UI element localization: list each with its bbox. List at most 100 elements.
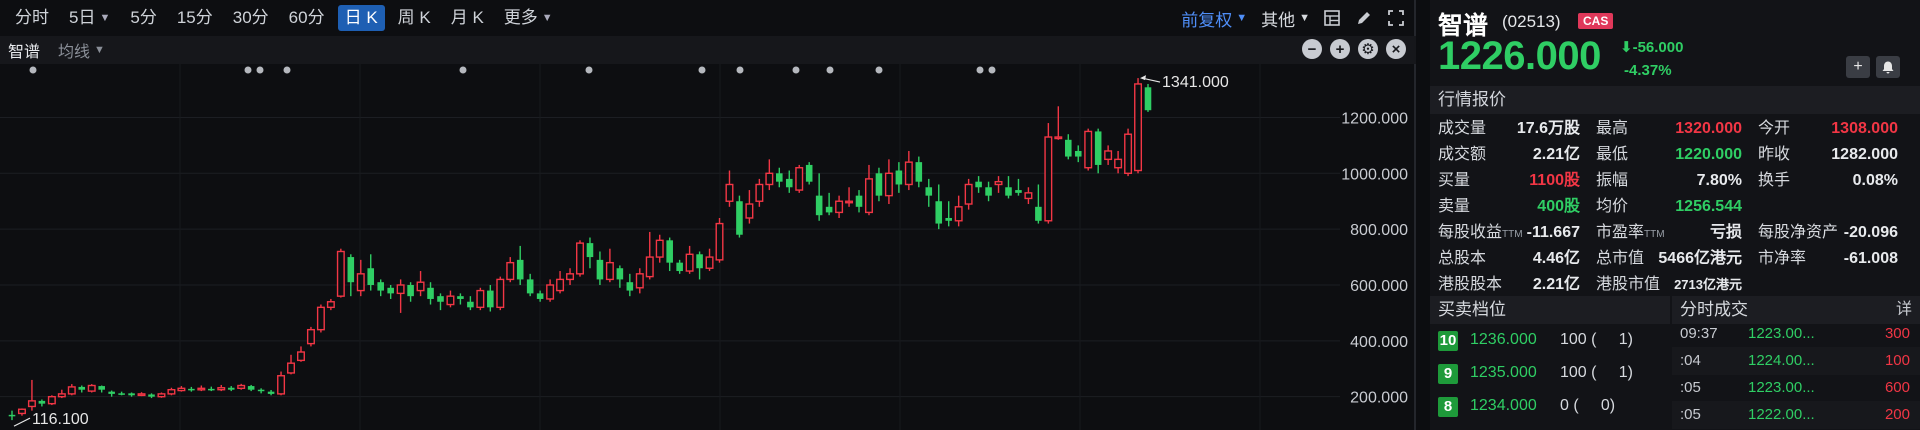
trade-time: :05 bbox=[1680, 379, 1701, 396]
timeframe-label: 日 K bbox=[344, 8, 378, 27]
adjust-dropdown[interactable]: 前复权 ▼ bbox=[1181, 6, 1247, 31]
event-marker[interactable] bbox=[698, 66, 706, 74]
zoom-in-icon[interactable]: + bbox=[1330, 39, 1350, 59]
timeframe-label: 周 K bbox=[397, 8, 431, 27]
event-marker[interactable] bbox=[29, 66, 37, 74]
orderbook-title: 买卖档位 bbox=[1430, 296, 1670, 324]
candle-body bbox=[776, 173, 783, 182]
quote-row: 总股本 4.46亿 总市值 5466亿港元 市净率 -61.008 bbox=[1430, 246, 1920, 272]
timeframe-tab-8[interactable]: 月 K bbox=[444, 5, 491, 31]
chevron-down-icon: ▼ bbox=[99, 12, 111, 24]
candle-body bbox=[605, 261, 614, 281]
timeframe-tab-5[interactable]: 60分 bbox=[282, 5, 332, 31]
candle-body bbox=[884, 172, 893, 197]
quote-value: 400股 bbox=[1537, 198, 1580, 215]
candle-body bbox=[396, 284, 405, 295]
event-marker[interactable] bbox=[244, 66, 252, 74]
candle-body bbox=[645, 256, 654, 278]
candle-body bbox=[8, 414, 16, 417]
candle-body bbox=[1005, 187, 1012, 196]
event-marker[interactable] bbox=[256, 66, 264, 74]
candle-body bbox=[416, 281, 425, 292]
event-marker[interactable] bbox=[736, 66, 744, 74]
candle-body bbox=[367, 268, 375, 285]
candle-body bbox=[516, 259, 524, 280]
timeframe-tab-7[interactable]: 周 K bbox=[391, 5, 438, 31]
level-badge: 10 bbox=[1438, 331, 1458, 351]
bell-icon[interactable] bbox=[1876, 56, 1900, 78]
quote-row: 买量 1100股 振幅 7.80% 换手 0.08% bbox=[1430, 168, 1920, 194]
candle-body bbox=[157, 393, 166, 398]
candle-body bbox=[1044, 136, 1053, 222]
timeframe-tab-4[interactable]: 30分 bbox=[226, 5, 276, 31]
candle-body bbox=[994, 180, 1003, 186]
close-icon[interactable]: × bbox=[1386, 39, 1406, 59]
arrow-icon bbox=[1140, 75, 1147, 81]
quote-row: 成交额 2.21亿 最低 1220.000 昨收 1282.000 bbox=[1430, 142, 1920, 168]
candle-body bbox=[67, 386, 76, 395]
layout-grid-icon[interactable] bbox=[1322, 8, 1342, 28]
settings-icon[interactable]: ⚙ bbox=[1358, 39, 1378, 59]
quote-panel: 智谱 (02513) CAS 1226.000 ⬇-56.000 -4.37% … bbox=[1430, 0, 1920, 430]
timeframe-tab-9[interactable]: 更多 ▼ bbox=[497, 5, 560, 31]
event-marker[interactable] bbox=[792, 66, 800, 74]
candle-body bbox=[696, 254, 703, 269]
timeframe-tab-6[interactable]: 日 K bbox=[337, 5, 385, 31]
y-tick-label: 800.000 bbox=[1350, 222, 1408, 239]
quote-value: -61.008 bbox=[1843, 250, 1898, 267]
orderbook-price: 1235.000 bbox=[1470, 364, 1537, 381]
orderbook-row[interactable]: 8 1234.000 0 ( 0) bbox=[1430, 392, 1670, 424]
event-marker[interactable] bbox=[585, 66, 593, 74]
fullscreen-icon[interactable] bbox=[1386, 8, 1406, 28]
candle-body bbox=[1104, 150, 1113, 161]
trade-row: :05 1222.00... 200 bbox=[1672, 401, 1920, 429]
quote-value: 0.08% bbox=[1852, 172, 1898, 189]
candle-body bbox=[1084, 130, 1093, 169]
candle-body bbox=[676, 262, 683, 272]
candle-body bbox=[347, 257, 355, 283]
candle-body bbox=[666, 240, 673, 263]
candle-body bbox=[446, 295, 455, 306]
ma-dropdown[interactable]: 均线 ▼ bbox=[58, 38, 105, 62]
candle-body bbox=[47, 395, 56, 405]
event-marker[interactable] bbox=[976, 66, 984, 74]
trade-time: :04 bbox=[1680, 352, 1701, 369]
event-marker[interactable] bbox=[459, 66, 467, 74]
price-change-percent: -4.37% bbox=[1624, 62, 1672, 79]
event-marker[interactable] bbox=[988, 66, 996, 74]
chart-controls: − + ⚙ × bbox=[1294, 39, 1406, 59]
candle-body bbox=[904, 161, 913, 186]
event-marker[interactable] bbox=[283, 66, 291, 74]
candle-body bbox=[1054, 136, 1063, 140]
timeframe-label: 5日 bbox=[69, 8, 96, 27]
chevron-down-icon: ▼ bbox=[1299, 12, 1310, 24]
timeframe-label: 15分 bbox=[176, 8, 213, 27]
timeframe-tab-1[interactable]: 5日 ▼ bbox=[62, 5, 117, 31]
candle-body bbox=[1064, 139, 1072, 157]
y-tick-label: 1000.000 bbox=[1341, 166, 1408, 183]
candle-body bbox=[805, 164, 813, 182]
quote-value: 5466亿港元 bbox=[1658, 250, 1742, 267]
timeframe-tab-0[interactable]: 分时 bbox=[8, 5, 56, 31]
add-watchlist-button[interactable]: + bbox=[1846, 56, 1870, 78]
candle-body bbox=[287, 362, 296, 374]
y-tick-label: 600.000 bbox=[1350, 278, 1408, 295]
timeframe-tab-3[interactable]: 15分 bbox=[170, 5, 220, 31]
candle-body bbox=[795, 167, 804, 191]
timeframe-tab-2[interactable]: 5分 bbox=[123, 5, 163, 31]
candle-body bbox=[237, 384, 246, 390]
event-marker[interactable] bbox=[875, 66, 883, 74]
candle-body bbox=[326, 301, 335, 309]
other-dropdown[interactable]: 其他 ▼ bbox=[1261, 6, 1310, 31]
candlestick-chart[interactable]: 200.000 400.000 600.000 800.000 1000.000 1200… bbox=[0, 64, 1414, 430]
orderbook-price: 1236.000 bbox=[1470, 331, 1537, 348]
candle-body bbox=[27, 400, 36, 408]
candle-body bbox=[715, 222, 724, 261]
pen-icon[interactable] bbox=[1354, 8, 1374, 28]
zoom-out-icon[interactable]: − bbox=[1302, 39, 1322, 59]
orderbook-row[interactable]: 10 1236.000 100 ( 1) bbox=[1430, 326, 1670, 358]
event-marker[interactable] bbox=[826, 66, 834, 74]
orderbook-row[interactable]: 9 1235.000 100 ( 1) bbox=[1430, 359, 1670, 391]
candle-body bbox=[616, 268, 624, 280]
candle-body bbox=[17, 408, 26, 415]
